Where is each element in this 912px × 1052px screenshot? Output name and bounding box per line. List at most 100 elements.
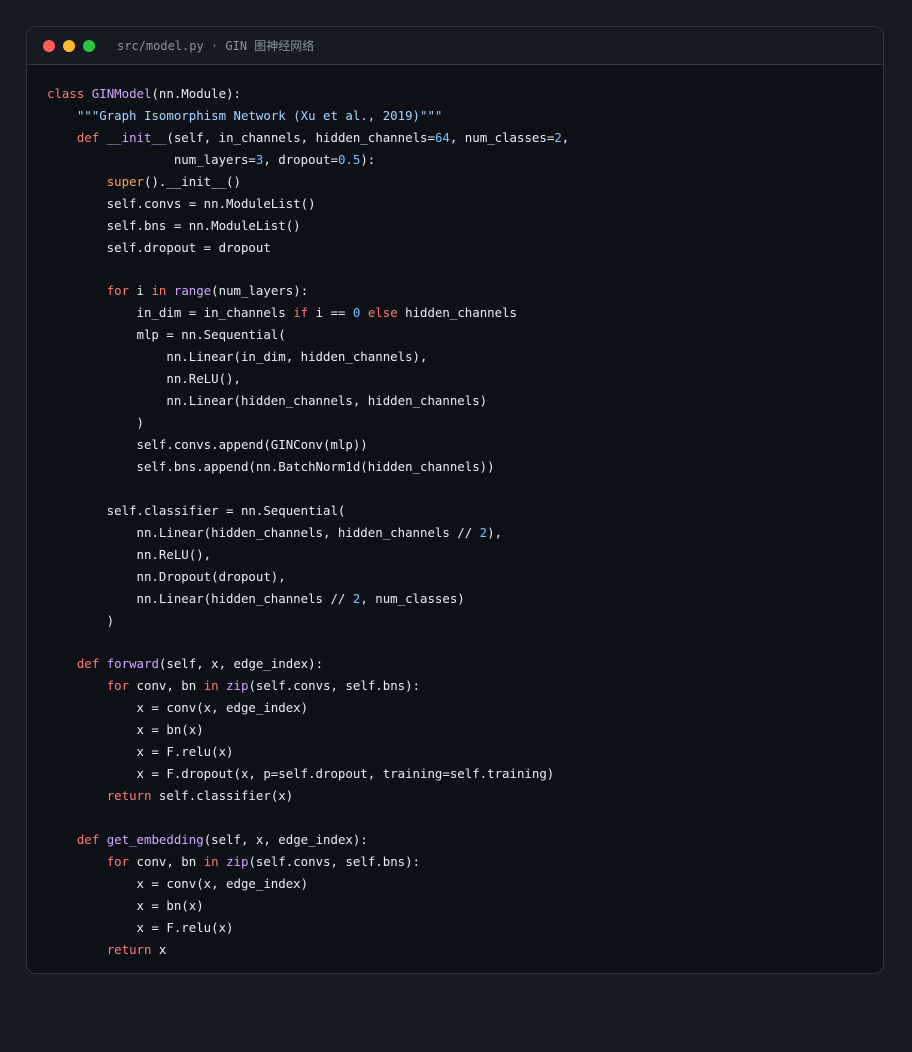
code-line: nn.Linear(in_dim, hidden_channels),	[47, 346, 883, 368]
code-token: ):	[360, 151, 376, 167]
code-token: for	[106, 283, 130, 299]
minimize-window-button[interactable]	[63, 39, 75, 52]
code-token: def	[76, 129, 100, 145]
code-token: in	[203, 678, 219, 694]
code-line: self.convs.append(GINConv(mlp))	[47, 434, 883, 456]
code-line: )	[47, 610, 883, 632]
code-token: return	[106, 788, 152, 803]
code-token: """Graph Isomorphism Network (Xu et al.,…	[76, 107, 443, 123]
window-title: src/model.py · GIN 图神经网络	[117, 39, 315, 53]
code-line: self.dropout = dropout	[47, 237, 883, 259]
code-token: nn.Linear(hidden_channels, hidden_channe…	[47, 393, 488, 409]
code-line: x = F.dropout(x, p=self.dropout, trainin…	[47, 763, 883, 785]
code-token: , dropout=	[263, 151, 338, 167]
code-line: x = F.relu(x)	[47, 917, 883, 939]
code-line: nn.ReLU(),	[47, 544, 883, 566]
code-token: for	[106, 853, 130, 869]
code-token: conv, bn	[129, 678, 204, 694]
code-line: mlp = nn.Sequential(	[47, 324, 883, 346]
code-line: num_layers=3, dropout=0.5):	[47, 149, 883, 171]
code-token: def	[76, 656, 100, 672]
code-line: def forward(self, x, edge_index):	[47, 653, 883, 675]
code-token: nn.ReLU(),	[47, 546, 212, 562]
code-line: nn.Dropout(dropout),	[47, 566, 883, 588]
code-line: return x	[47, 939, 883, 961]
code-token: ,	[561, 129, 570, 145]
code-line: x = bn(x)	[47, 895, 883, 917]
code-token: self.bns.append(nn.BatchNorm1d(hidden_ch…	[47, 458, 495, 474]
code-line: x = bn(x)	[47, 719, 883, 741]
code-token: nn.Linear(in_dim, hidden_channels),	[47, 349, 428, 365]
code-token: x = F.dropout(x, p=self.dropout, trainin…	[47, 766, 555, 782]
code-token: return	[106, 941, 152, 957]
code-token: x = bn(x)	[47, 897, 204, 913]
code-token: x = bn(x)	[47, 722, 204, 738]
code-token: nn.Dropout(dropout),	[47, 568, 286, 584]
code-line: def __init__(self, in_channels, hidden_c…	[47, 127, 883, 149]
code-token: 0.5	[337, 151, 361, 167]
code-token: 64	[434, 129, 450, 145]
code-token: if	[293, 305, 309, 321]
code-line: super().__init__()	[47, 171, 883, 193]
code-line: nn.Linear(hidden_channels, hidden_channe…	[47, 390, 883, 412]
code-token: (nn.Module):	[151, 86, 241, 101]
code-token: x	[151, 941, 167, 957]
code-token: (self.convs, self.bns):	[248, 678, 421, 694]
code-token: (num_layers):	[211, 283, 309, 299]
code-line: self.bns.append(nn.BatchNorm1d(hidden_ch…	[47, 456, 883, 478]
code-line: x = conv(x, edge_index)	[47, 873, 883, 895]
close-window-button[interactable]	[43, 39, 55, 52]
code-token: get_embedding	[106, 831, 204, 847]
code-token: nn.ReLU(),	[47, 371, 241, 387]
code-token: num_layers=	[47, 151, 256, 167]
code-line: in_dim = in_channels if i == 0 else hidd…	[47, 302, 883, 324]
code-token: self.classifier(x)	[151, 788, 294, 803]
code-line: """Graph Isomorphism Network (Xu et al.,…	[47, 105, 883, 127]
code-line: nn.Linear(hidden_channels // 2, num_clas…	[47, 588, 883, 610]
code-token: 2	[554, 129, 562, 145]
code-token: GINModel	[91, 86, 152, 101]
code-token: zip	[226, 853, 249, 869]
code-token: )	[47, 612, 115, 628]
code-token: x = F.relu(x)	[47, 744, 234, 760]
code-token: i ==	[308, 305, 353, 321]
window-titlebar: src/model.py · GIN 图神经网络	[27, 27, 883, 65]
code-token: , num_classes=	[449, 129, 555, 145]
code-token: self.classifier = nn.Sequential(	[47, 502, 346, 518]
code-window: src/model.py · GIN 图神经网络 class GINModel(…	[26, 26, 884, 974]
code-line: return self.classifier(x)	[47, 785, 883, 807]
code-token: range	[173, 283, 212, 299]
code-token: self.convs.append(GINConv(mlp))	[47, 437, 368, 452]
code-line: for conv, bn in zip(self.convs, self.bns…	[47, 851, 883, 873]
code-line: self.bns = nn.ModuleList()	[47, 215, 883, 237]
code-token: ().__init__()	[144, 173, 241, 189]
code-token: def	[76, 831, 100, 847]
code-line: )	[47, 412, 883, 434]
code-token: conv, bn	[129, 853, 204, 869]
code-token: (self, x, edge_index):	[203, 831, 368, 847]
code-token: in	[203, 853, 219, 869]
code-line: for conv, bn in zip(self.convs, self.bns…	[47, 675, 883, 697]
code-line: nn.Linear(hidden_channels, hidden_channe…	[47, 522, 883, 544]
code-token: super	[106, 173, 144, 189]
code-token: hidden_channels	[397, 305, 518, 321]
code-token: in_dim = in_channels	[47, 305, 294, 321]
code-line: self.convs = nn.ModuleList()	[47, 193, 883, 215]
maximize-window-button[interactable]	[83, 39, 95, 52]
code-token: for	[106, 678, 130, 694]
